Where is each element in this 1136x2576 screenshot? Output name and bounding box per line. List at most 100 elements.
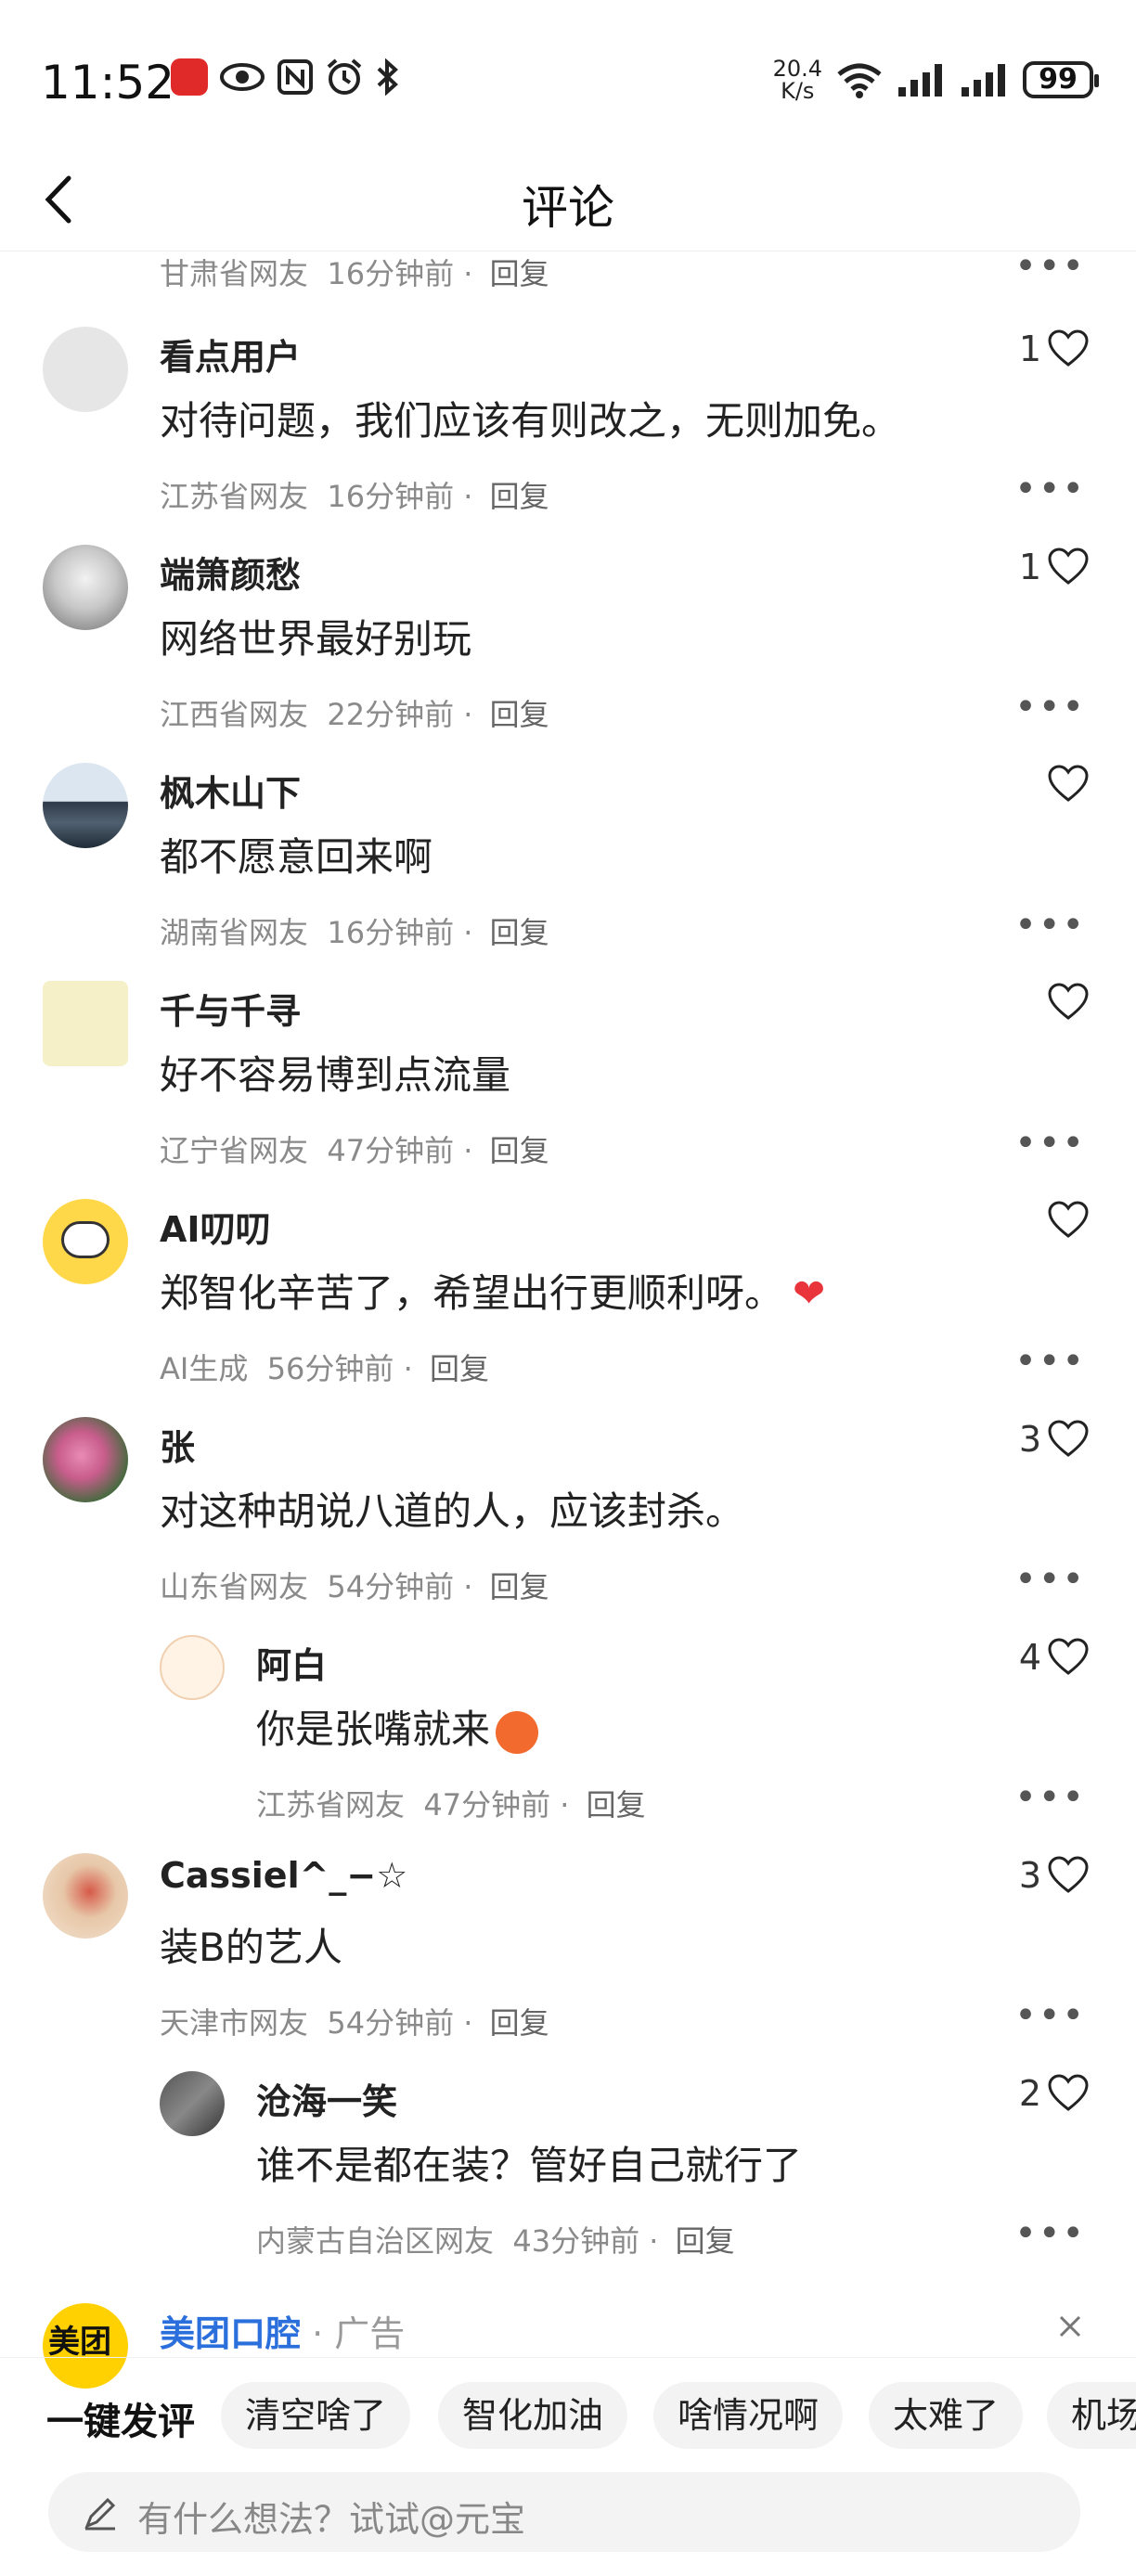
more-options-icon[interactable]: ••• bbox=[1014, 1340, 1086, 1383]
alarm-icon bbox=[327, 58, 362, 95]
more-options-icon[interactable]: ••• bbox=[1014, 245, 1086, 288]
more-options-icon[interactable]: ••• bbox=[1014, 1776, 1086, 1819]
heart-icon[interactable] bbox=[1047, 1420, 1090, 1459]
comment-location: 甘肃省网友 bbox=[160, 256, 309, 291]
heart-icon[interactable] bbox=[1047, 2074, 1090, 2113]
reply-link[interactable]: 回复 bbox=[676, 2223, 735, 2259]
reply-link[interactable]: 回复 bbox=[430, 1351, 489, 1386]
comment-text: 你是张嘴就来 bbox=[256, 1698, 539, 1755]
comment-time: 54分钟前 bbox=[327, 1569, 455, 1604]
comment-author[interactable]: AI叨叨 bbox=[160, 1201, 271, 1252]
heart-icon[interactable] bbox=[1047, 765, 1090, 804]
reply-link[interactable]: 回复 bbox=[490, 915, 549, 950]
reply-link[interactable]: 回复 bbox=[490, 697, 549, 732]
quick-chip[interactable]: 清空啥了 bbox=[221, 2382, 411, 2449]
quick-chip[interactable]: 啥情况啊 bbox=[653, 2382, 844, 2449]
like-button[interactable]: 1 bbox=[1019, 547, 1090, 587]
like-button[interactable] bbox=[1041, 765, 1090, 804]
comment-partial: 甘肃省网友 16分钟前 · 回复 ••• bbox=[0, 245, 1136, 306]
ad-row[interactable]: 美团 美团口腔 · 广告 bbox=[0, 2292, 1136, 2389]
comment-meta: 天津市网友 54分钟前 · 回复 bbox=[160, 2005, 549, 2041]
comment-author[interactable]: 沧海一笑 bbox=[256, 2073, 397, 2124]
comment-time: 16分钟前 bbox=[327, 256, 455, 291]
comment-author[interactable]: 阿白 bbox=[256, 1637, 327, 1688]
more-options-icon[interactable]: ••• bbox=[1014, 1994, 1086, 2037]
avatar[interactable] bbox=[43, 1853, 128, 1938]
bluetooth-icon bbox=[377, 58, 398, 96]
avatar[interactable] bbox=[43, 763, 128, 848]
comment-item: 看点用户 对待问题，我们应该有则改之，无则加免。 江苏省网友 16分钟前 · 回复 1… bbox=[0, 316, 1136, 529]
wifi-icon bbox=[837, 63, 882, 98]
like-count: 2 bbox=[1018, 2073, 1041, 2114]
pen-icon bbox=[84, 2497, 116, 2531]
comment-text-value: 好不容易博到点流量 bbox=[160, 1052, 511, 1098]
network-speed: 20.4 K/s bbox=[773, 58, 822, 102]
reply-link[interactable]: 回复 bbox=[587, 1787, 646, 1823]
like-button[interactable]: 2 bbox=[1019, 2073, 1090, 2114]
bot-face-icon bbox=[61, 1221, 110, 1258]
avatar[interactable] bbox=[160, 2071, 225, 2136]
like-button[interactable] bbox=[1041, 983, 1090, 1022]
heart-icon[interactable] bbox=[1047, 1201, 1090, 1240]
more-options-icon[interactable]: ••• bbox=[1014, 2212, 1086, 2255]
comment-item: AI叨叨 郑智化辛苦了，希望出行更顺利呀。 ❤ AI生成 56分钟前 · 回复 ••• bbox=[0, 1188, 1136, 1401]
comment-text-value: 谁不是都在装？管好自己就行了 bbox=[256, 2143, 803, 2188]
quick-chip[interactable]: 智化加油 bbox=[438, 2382, 628, 2449]
heart-emoji-icon: ❤ bbox=[793, 1270, 826, 1316]
heart-icon[interactable] bbox=[1047, 329, 1090, 368]
avatar[interactable] bbox=[160, 1635, 225, 1700]
reply-link[interactable]: 回复 bbox=[490, 1569, 549, 1604]
eye-icon bbox=[220, 63, 265, 91]
comment-time: 47分钟前 bbox=[423, 1787, 551, 1823]
comment-input[interactable]: 有什么想法？试试@元宝 bbox=[48, 2472, 1080, 2552]
comment-location: 湖南省网友 bbox=[160, 915, 309, 950]
comment-text-value: 郑智化辛苦了，希望出行更顺利呀。 bbox=[160, 1270, 784, 1316]
like-button[interactable]: 4 bbox=[1019, 1637, 1090, 1678]
comment-item: 枫木山下 都不愿意回来啊 湖南省网友 16分钟前 · 回复 ••• bbox=[0, 752, 1136, 965]
ad-brand[interactable]: 美团口腔 bbox=[160, 2313, 301, 2354]
more-options-icon[interactable]: ••• bbox=[1014, 1558, 1086, 1601]
comment-location: 辽宁省网友 bbox=[160, 1133, 309, 1168]
more-options-icon[interactable]: ••• bbox=[1014, 468, 1086, 510]
more-options-icon[interactable]: ••• bbox=[1014, 686, 1086, 728]
comment-text-value: 都不愿意回来啊 bbox=[160, 834, 433, 880]
comment-meta: 辽宁省网友 47分钟前 · 回复 bbox=[160, 1133, 549, 1168]
heart-icon[interactable] bbox=[1047, 547, 1090, 586]
comment-location: 江苏省网友 bbox=[160, 479, 309, 514]
avatar[interactable] bbox=[43, 545, 128, 630]
heart-icon[interactable] bbox=[1047, 1638, 1090, 1677]
comment-time: 22分钟前 bbox=[327, 697, 455, 732]
comment-text: 对这种胡说八道的人，应该封杀。 bbox=[160, 1480, 744, 1537]
comment-author[interactable]: 枫木山下 bbox=[160, 765, 301, 816]
like-button[interactable] bbox=[1041, 1201, 1090, 1240]
avatar[interactable] bbox=[43, 981, 128, 1066]
more-options-icon[interactable]: ••• bbox=[1014, 904, 1086, 947]
comment-author[interactable]: 张 bbox=[160, 1419, 195, 1470]
angry-emoji-icon bbox=[496, 1710, 539, 1754]
ad-tag: 广告 bbox=[334, 2313, 406, 2354]
comment-author[interactable]: Cassiel^_−☆ bbox=[160, 1855, 407, 1896]
like-button[interactable]: 3 bbox=[1019, 1855, 1090, 1896]
heart-icon[interactable] bbox=[1047, 1856, 1090, 1895]
comment-input-placeholder: 有什么想法？试试@元宝 bbox=[137, 2499, 526, 2540]
comment-author[interactable]: 千与千寻 bbox=[160, 983, 301, 1034]
comment-author[interactable]: 端箫颜愁 bbox=[160, 547, 301, 598]
like-button[interactable]: 3 bbox=[1019, 1419, 1090, 1460]
reply-link[interactable]: 回复 bbox=[490, 1133, 549, 1168]
reply-link[interactable]: 回复 bbox=[490, 479, 549, 514]
comment-item: 端箫颜愁 网络世界最好别玩 江西省网友 22分钟前 · 回复 1 ••• bbox=[0, 534, 1136, 747]
more-options-icon[interactable]: ••• bbox=[1014, 1122, 1086, 1165]
reply-link[interactable]: 回复 bbox=[490, 256, 549, 291]
battery-indicator: 99 bbox=[1023, 61, 1099, 98]
reply-link[interactable]: 回复 bbox=[490, 2005, 549, 2041]
comment-author[interactable]: 看点用户 bbox=[160, 328, 301, 380]
status-icons bbox=[171, 58, 399, 97]
avatar[interactable] bbox=[43, 1417, 128, 1502]
quick-chip[interactable]: 机场 bbox=[1047, 2382, 1136, 2449]
avatar[interactable] bbox=[43, 327, 128, 412]
heart-icon[interactable] bbox=[1047, 983, 1090, 1022]
comment-location: AI生成 bbox=[160, 1351, 249, 1386]
close-icon[interactable] bbox=[1058, 2314, 1082, 2338]
like-button[interactable]: 1 bbox=[1019, 328, 1090, 369]
quick-chip[interactable]: 太难了 bbox=[869, 2382, 1024, 2449]
